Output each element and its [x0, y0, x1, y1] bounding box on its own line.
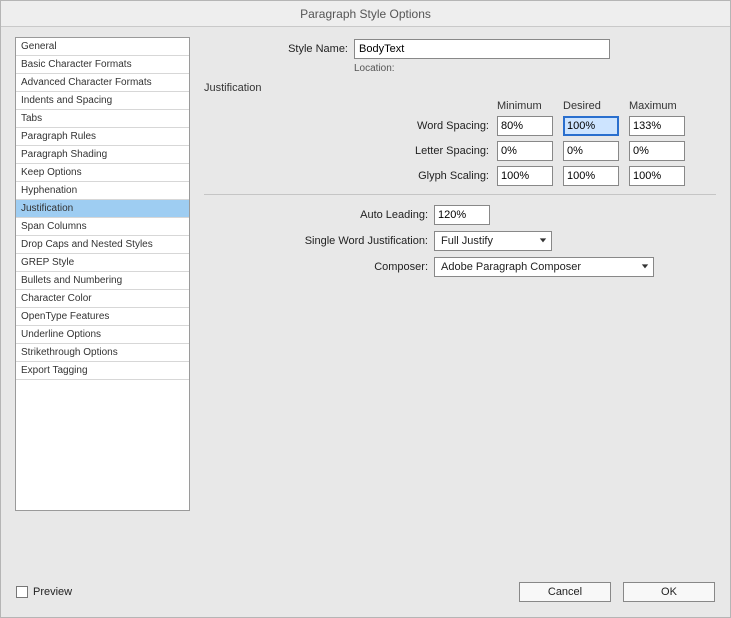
sidebar-item-paragraph-shading[interactable]: Paragraph Shading [16, 146, 189, 164]
grid-input-2-min[interactable] [497, 166, 553, 186]
sidebar-item-justification[interactable]: Justification [16, 200, 189, 218]
section-title: Justification [204, 82, 716, 94]
ok-button[interactable]: OK [623, 582, 715, 602]
grid-input-1-min[interactable] [497, 141, 553, 161]
col-maximum: Maximum [629, 100, 695, 112]
swj-value: Full Justify [441, 235, 493, 247]
grid-row-label: Letter Spacing: [309, 145, 497, 157]
col-desired: Desired [563, 100, 629, 112]
swj-select[interactable]: Full Justify [434, 231, 552, 251]
composer-select[interactable]: Adobe Paragraph Composer [434, 257, 654, 277]
grid-input-0-max[interactable] [629, 116, 685, 136]
sidebar-item-indents-and-spacing[interactable]: Indents and Spacing [16, 92, 189, 110]
location-label: Location: [354, 63, 395, 74]
style-name-label: Style Name: [204, 43, 354, 55]
grid-input-1-max[interactable] [629, 141, 685, 161]
chevron-down-icon [539, 235, 547, 247]
composer-label: Composer: [264, 261, 434, 273]
grid-row-label: Word Spacing: [309, 120, 497, 132]
chevron-down-icon [641, 261, 649, 273]
sidebar-item-keep-options[interactable]: Keep Options [16, 164, 189, 182]
sidebar-item-bullets-and-numbering[interactable]: Bullets and Numbering [16, 272, 189, 290]
window-title: Paragraph Style Options [1, 1, 730, 27]
grid-row-label: Glyph Scaling: [309, 170, 497, 182]
sidebar-item-advanced-character-formats[interactable]: Advanced Character Formats [16, 74, 189, 92]
sidebar-item-opentype-features[interactable]: OpenType Features [16, 308, 189, 326]
sidebar-item-strikethrough-options[interactable]: Strikethrough Options [16, 344, 189, 362]
swj-label: Single Word Justification: [264, 235, 434, 247]
divider [204, 194, 716, 195]
sidebar-item-tabs[interactable]: Tabs [16, 110, 189, 128]
preview-checkbox[interactable] [16, 586, 28, 598]
sidebar-item-underline-options[interactable]: Underline Options [16, 326, 189, 344]
grid-input-0-des[interactable] [563, 116, 619, 136]
sidebar-item-grep-style[interactable]: GREP Style [16, 254, 189, 272]
preview-label: Preview [33, 586, 72, 598]
category-sidebar[interactable]: GeneralBasic Character FormatsAdvanced C… [15, 37, 190, 511]
sidebar-item-span-columns[interactable]: Span Columns [16, 218, 189, 236]
sidebar-item-paragraph-rules[interactable]: Paragraph Rules [16, 128, 189, 146]
sidebar-item-hyphenation[interactable]: Hyphenation [16, 182, 189, 200]
sidebar-item-general[interactable]: General [16, 38, 189, 56]
grid-input-1-des[interactable] [563, 141, 619, 161]
auto-leading-input[interactable] [434, 205, 490, 225]
sidebar-item-character-color[interactable]: Character Color [16, 290, 189, 308]
sidebar-item-drop-caps-and-nested-styles[interactable]: Drop Caps and Nested Styles [16, 236, 189, 254]
composer-value: Adobe Paragraph Composer [441, 261, 581, 273]
col-minimum: Minimum [497, 100, 563, 112]
sidebar-item-basic-character-formats[interactable]: Basic Character Formats [16, 56, 189, 74]
auto-leading-label: Auto Leading: [264, 209, 434, 221]
sidebar-item-export-tagging[interactable]: Export Tagging [16, 362, 189, 380]
style-name-input[interactable] [354, 39, 610, 59]
grid-input-0-min[interactable] [497, 116, 553, 136]
grid-input-2-des[interactable] [563, 166, 619, 186]
grid-input-2-max[interactable] [629, 166, 685, 186]
cancel-button[interactable]: Cancel [519, 582, 611, 602]
